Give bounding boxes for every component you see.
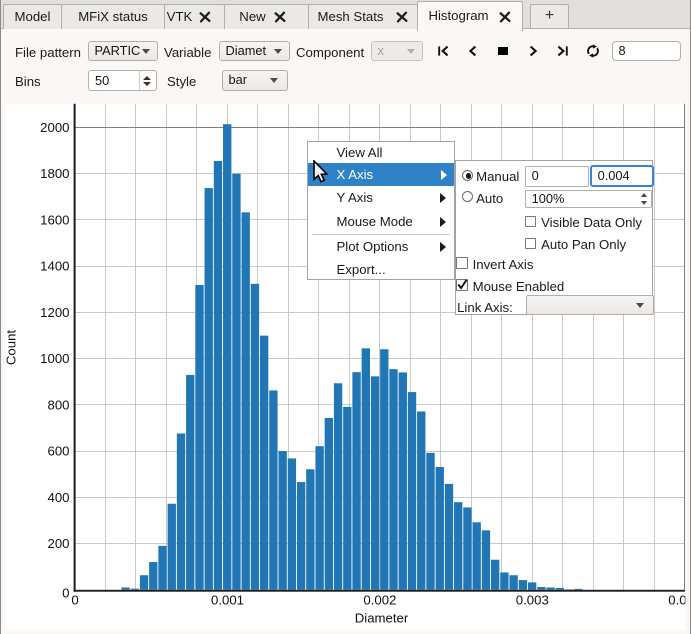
svg-text:Diameter: Diameter xyxy=(355,611,409,626)
svg-text:1600: 1600 xyxy=(40,212,69,227)
svg-text:1400: 1400 xyxy=(40,259,69,274)
svg-text:1200: 1200 xyxy=(40,305,69,320)
svg-text:200: 200 xyxy=(47,536,69,551)
svg-text:1000: 1000 xyxy=(40,351,69,366)
svg-text:Count: Count xyxy=(4,330,19,366)
svg-text:400: 400 xyxy=(47,490,69,505)
svg-text:0.002: 0.002 xyxy=(363,593,396,608)
svg-text:0: 0 xyxy=(62,586,69,601)
svg-text:0.001: 0.001 xyxy=(211,593,244,608)
svg-text:1800: 1800 xyxy=(40,166,69,181)
svg-text:0: 0 xyxy=(71,593,78,608)
svg-text:0.003: 0.003 xyxy=(516,593,549,608)
svg-text:600: 600 xyxy=(47,444,69,459)
svg-text:2000: 2000 xyxy=(40,120,69,135)
svg-text:800: 800 xyxy=(47,397,69,412)
